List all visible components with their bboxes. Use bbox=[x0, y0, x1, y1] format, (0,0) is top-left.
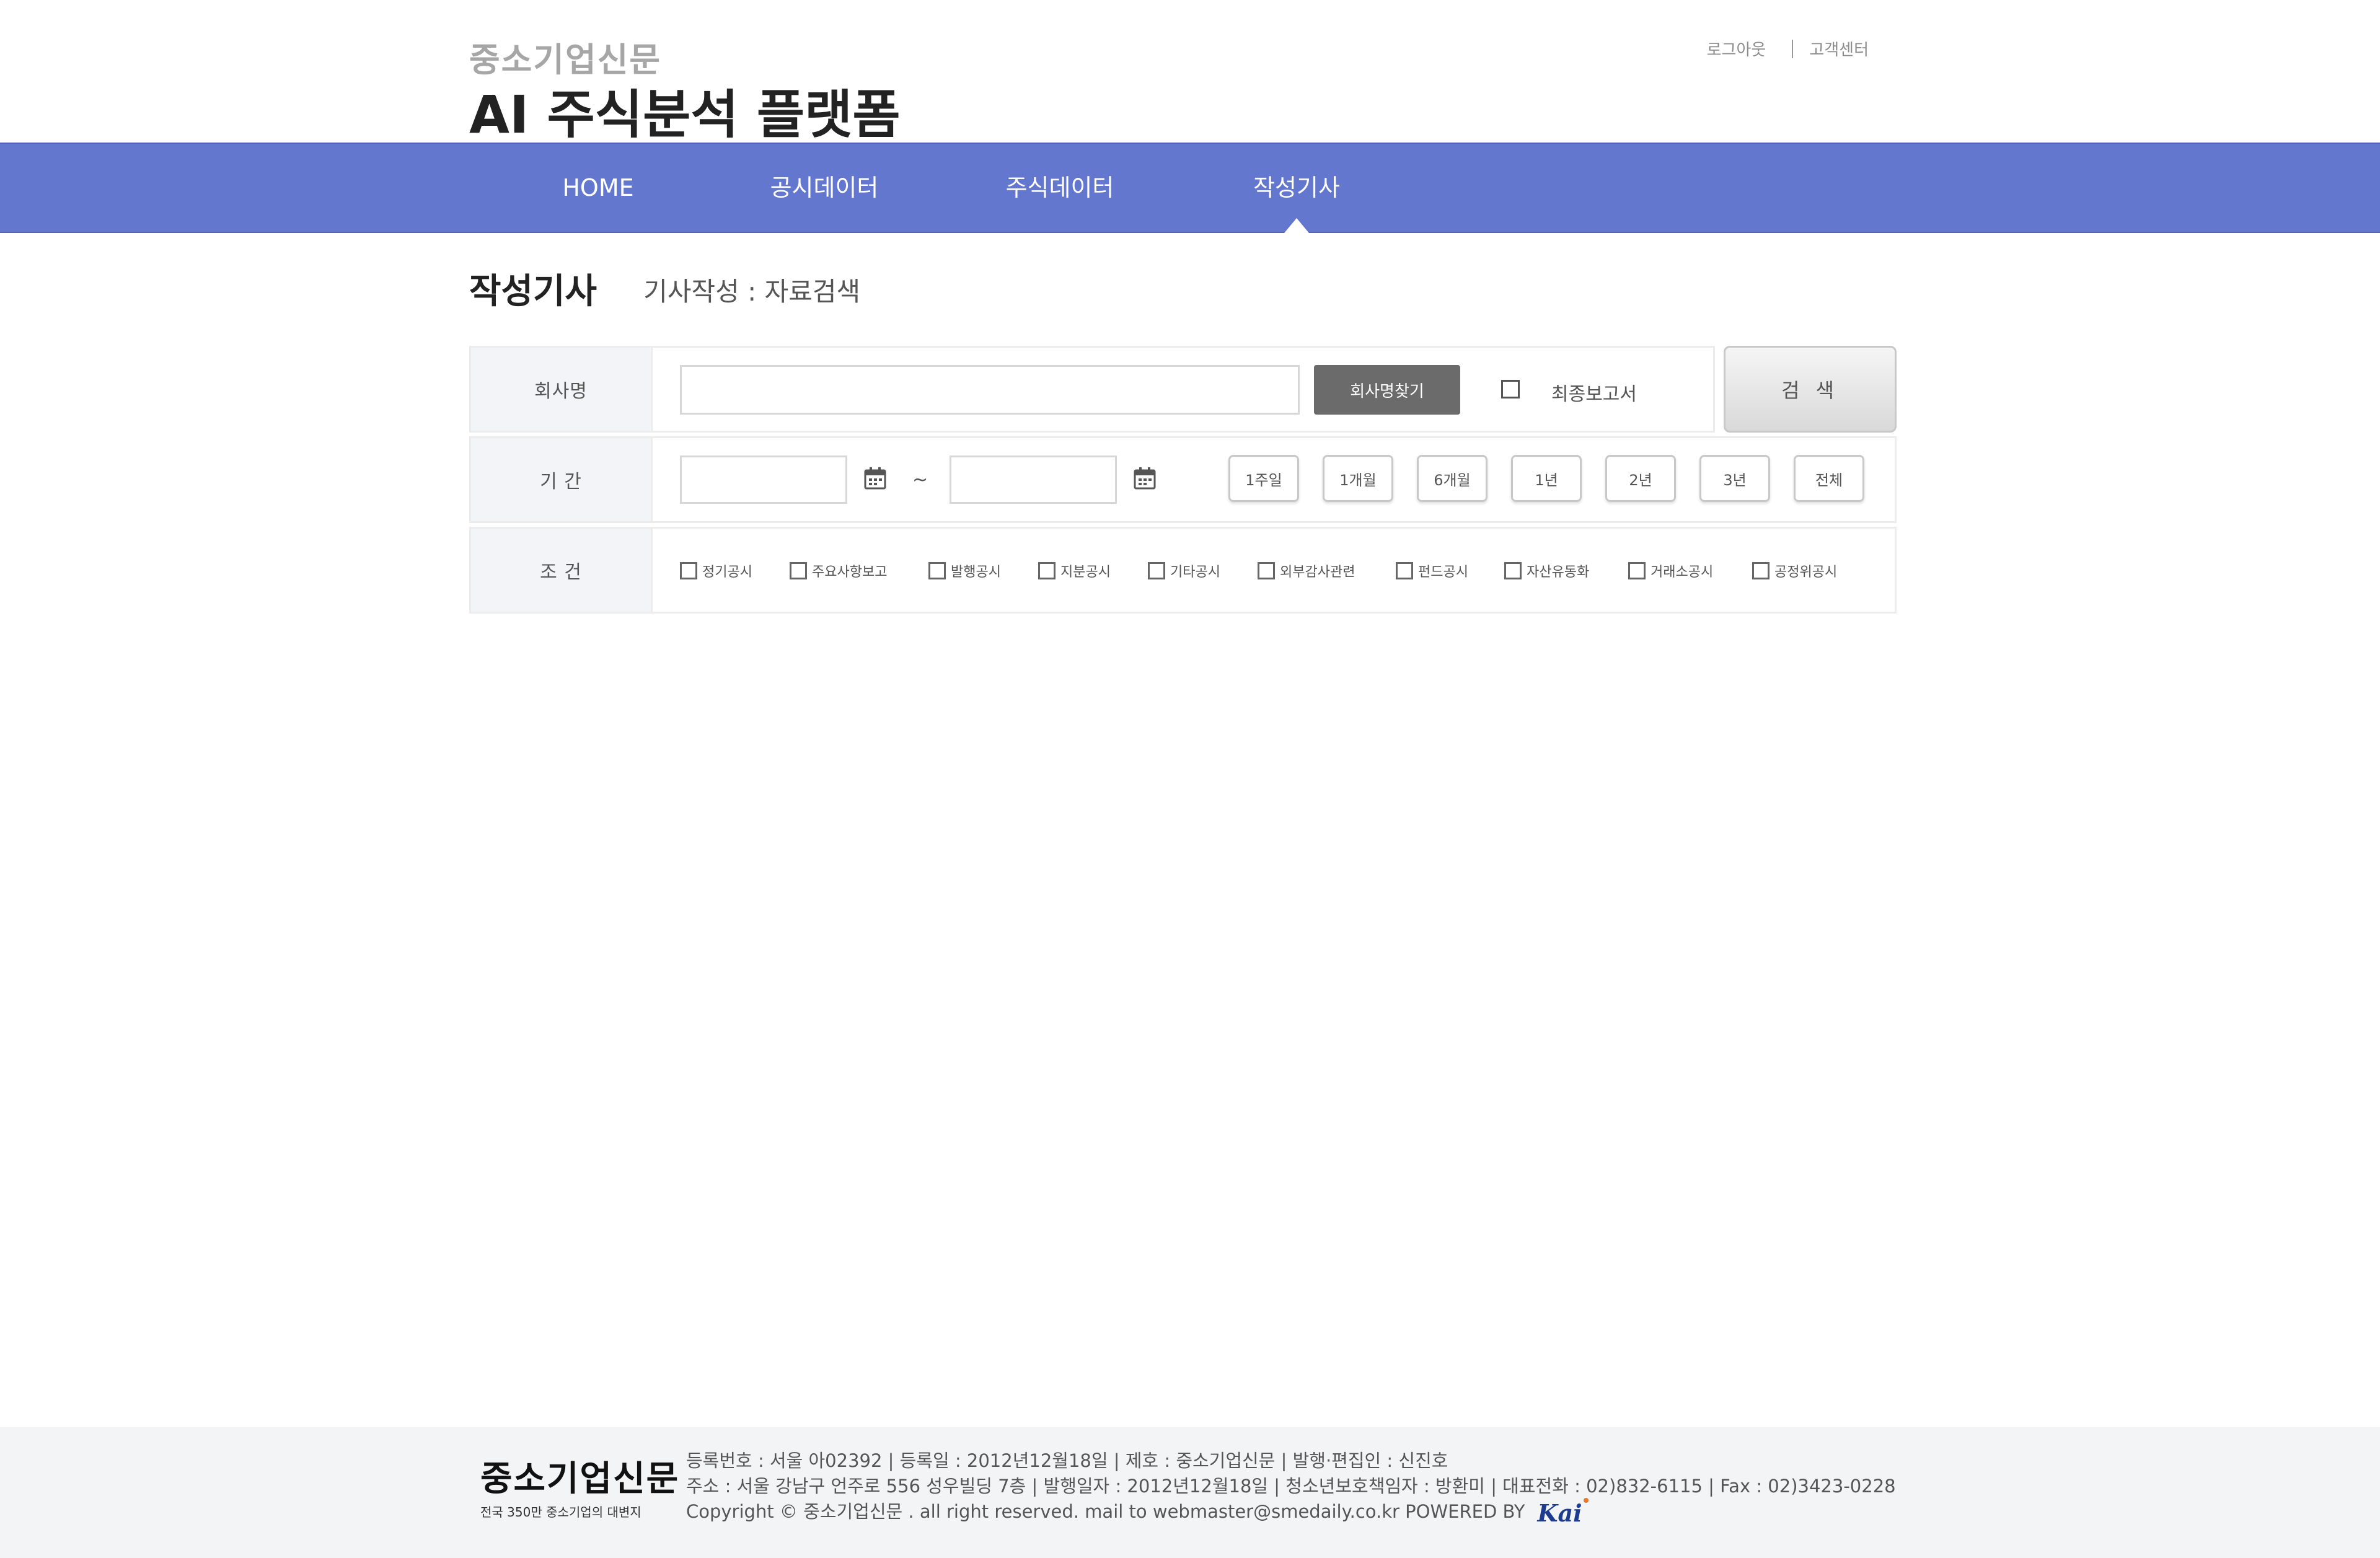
site-footer: 중소기업신문 전국 350만 중소기업의 대변지 등록번호 : 서울 아0239… bbox=[0, 1427, 2380, 1558]
checkbox[interactable] bbox=[1396, 562, 1413, 579]
condition-other-disclosure[interactable]: 기타공시 bbox=[1148, 561, 1220, 581]
platform-title: AI 주식분석 플랫폼 bbox=[469, 84, 901, 145]
period-label: 기 간 bbox=[471, 438, 653, 521]
kai-logo: Kai bbox=[1538, 1498, 1589, 1526]
main-nav: HOME 공시데이터 주식데이터 작성기사 bbox=[0, 143, 2380, 233]
page-title: 작성기사 bbox=[469, 271, 597, 312]
find-company-button[interactable]: 회사명찾기 bbox=[1314, 365, 1460, 415]
period-3year-button[interactable]: 3년 bbox=[1699, 455, 1770, 502]
customer-center-link[interactable]: 고객센터 bbox=[1809, 37, 1869, 60]
period-all-button[interactable]: 전체 bbox=[1794, 455, 1864, 502]
checkbox[interactable] bbox=[1038, 562, 1056, 579]
condition-ftc-disclosure[interactable]: 공정위공시 bbox=[1752, 561, 1837, 581]
company-name-input[interactable] bbox=[680, 365, 1300, 415]
condition-fund-disclosure[interactable]: 펀드공시 bbox=[1396, 561, 1468, 581]
footer-logo-tagline: 전국 350만 중소기업의 대변지 bbox=[480, 1505, 641, 1520]
date-to-input[interactable] bbox=[950, 456, 1117, 504]
site-header: 중소기업신문 AI 주식분석 플랫폼 로그아웃 고객센터 bbox=[0, 0, 2380, 145]
checkbox[interactable] bbox=[1504, 562, 1522, 579]
page-heading: 작성기사 기사작성 : 자료검색 bbox=[469, 263, 860, 314]
logout-link[interactable]: 로그아웃 bbox=[1707, 37, 1766, 60]
checkbox[interactable] bbox=[1258, 562, 1275, 579]
footer-logo: 중소기업신문 전국 350만 중소기업의 대변지 bbox=[480, 1451, 679, 1520]
checkbox[interactable] bbox=[1148, 562, 1165, 579]
footer-logo-name: 중소기업신문 bbox=[480, 1459, 680, 1499]
footer-copyright: Copyright © 중소기업신문 . all right reserved.… bbox=[686, 1498, 1896, 1526]
footer-address: 주소 : 서울 강남구 언주로 556 성우빌딩 7층 | 발행일자 : 201… bbox=[686, 1476, 1896, 1497]
condition-asset-securitization[interactable]: 자산유동화 bbox=[1504, 561, 1589, 581]
checkbox[interactable] bbox=[928, 562, 946, 579]
nav-item-home[interactable]: HOME bbox=[528, 144, 668, 232]
nav-item-disclosure-data[interactable]: 공시데이터 bbox=[754, 144, 894, 232]
calendar-icon[interactable] bbox=[863, 467, 887, 490]
search-button[interactable]: 검 색 bbox=[1724, 346, 1897, 433]
checkbox[interactable] bbox=[1628, 562, 1646, 579]
checkbox[interactable] bbox=[790, 562, 807, 579]
utility-links: 로그아웃 고객센터 bbox=[1707, 37, 1869, 60]
checkbox[interactable] bbox=[1752, 562, 1770, 579]
period-6month-button[interactable]: 6개월 bbox=[1417, 455, 1488, 502]
period-row: 기 간 ~ 1주일 1개월 6개월 1년 2년 3년 전체 bbox=[469, 436, 1897, 523]
company-label: 회사명 bbox=[471, 348, 653, 431]
condition-major-report[interactable]: 주요사항보고 bbox=[790, 561, 887, 581]
nav-item-written-articles[interactable]: 작성기사 bbox=[1227, 144, 1367, 233]
date-from-input[interactable] bbox=[680, 456, 847, 504]
condition-regular-disclosure[interactable]: 정기공시 bbox=[680, 561, 752, 581]
condition-exchange-disclosure[interactable]: 거래소공시 bbox=[1628, 561, 1713, 581]
calendar-icon[interactable] bbox=[1133, 467, 1157, 490]
page-subtitle: 기사작성 : 자료검색 bbox=[643, 276, 861, 307]
condition-issuance-disclosure[interactable]: 발행공시 bbox=[928, 561, 1001, 581]
footer-info: 등록번호 : 서울 아02392 | 등록일 : 2012년12월18일 | 제… bbox=[686, 1448, 1896, 1526]
condition-external-audit[interactable]: 외부감사관련 bbox=[1258, 561, 1355, 581]
period-2year-button[interactable]: 2년 bbox=[1605, 455, 1676, 502]
checkbox[interactable] bbox=[680, 562, 697, 579]
condition-equity-disclosure[interactable]: 지분공시 bbox=[1038, 561, 1111, 581]
range-tilde: ~ bbox=[912, 469, 928, 491]
final-report-label: 최종보고서 bbox=[1551, 384, 1637, 405]
company-row: 회사명 회사명찾기 최종보고서 bbox=[469, 346, 1715, 433]
footer-registration: 등록번호 : 서울 아02392 | 등록일 : 2012년12월18일 | 제… bbox=[686, 1450, 1448, 1471]
divider bbox=[1792, 39, 1794, 58]
period-1month-button[interactable]: 1개월 bbox=[1323, 455, 1393, 502]
period-1week-button[interactable]: 1주일 bbox=[1228, 455, 1299, 502]
condition-label: 조 건 bbox=[471, 529, 653, 612]
period-1year-button[interactable]: 1년 bbox=[1511, 455, 1582, 502]
nav-item-stock-data[interactable]: 주식데이터 bbox=[990, 144, 1130, 232]
condition-row: 조 건 정기공시 주요사항보고 발행공시 지분공시 기타공시 외부감사관련 펀드… bbox=[469, 527, 1897, 614]
final-report-checkbox[interactable] bbox=[1501, 380, 1520, 398]
